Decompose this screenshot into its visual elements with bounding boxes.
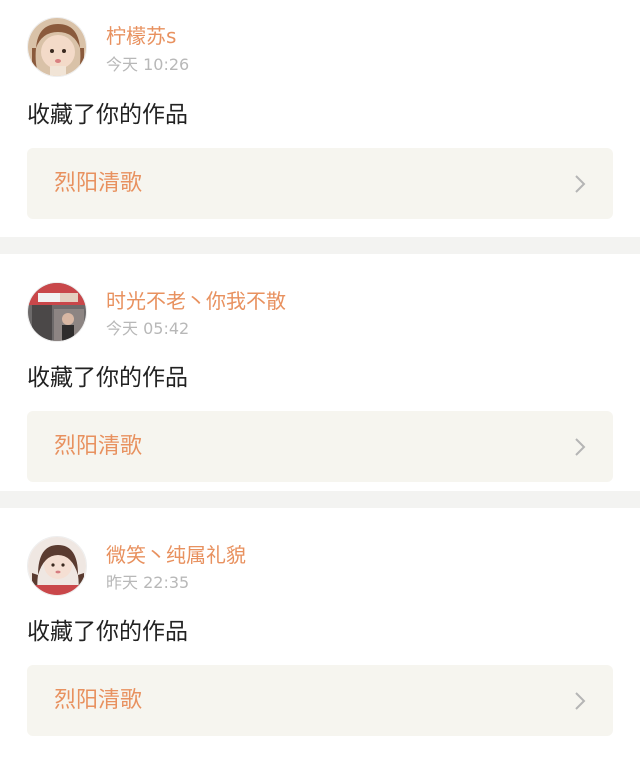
notification-feed: 柠檬苏s 今天 10:26 收藏了你的作品 烈阳清歌 时光不老丶你我不散 今天 …: [0, 0, 640, 745]
chevron-right-icon: [575, 438, 586, 456]
action-text: 收藏了你的作品: [27, 102, 188, 128]
username[interactable]: 柠檬苏s: [106, 24, 176, 48]
user-avatar[interactable]: [27, 17, 87, 77]
chevron-right-icon: [575, 692, 586, 710]
notification-card: 微笑丶纯属礼貌 昨天 22:35 收藏了你的作品 烈阳清歌: [0, 508, 640, 745]
avatar-girl-icon: [28, 18, 86, 76]
work-link[interactable]: 烈阳清歌: [27, 148, 613, 219]
work-title: 烈阳清歌: [54, 688, 143, 713]
timestamp: 今天 05:42: [106, 319, 190, 338]
notification-card: 柠檬苏s 今天 10:26 收藏了你的作品 烈阳清歌: [0, 0, 640, 237]
user-avatar[interactable]: [27, 282, 87, 342]
timestamp: 今天 10:26: [106, 55, 190, 74]
work-link[interactable]: 烈阳清歌: [27, 665, 613, 736]
user-avatar[interactable]: [27, 536, 87, 596]
timestamp: 昨天 22:35: [106, 573, 190, 592]
username[interactable]: 时光不老丶你我不散: [106, 289, 286, 313]
avatar-photo-icon: [28, 283, 86, 341]
chevron-right-icon: [575, 175, 586, 193]
work-link[interactable]: 烈阳清歌: [27, 411, 613, 482]
divider: [0, 237, 640, 254]
divider: [0, 491, 640, 508]
username[interactable]: 微笑丶纯属礼貌: [106, 543, 246, 567]
work-title: 烈阳清歌: [54, 171, 143, 196]
avatar-girl-icon: [28, 537, 86, 595]
action-text: 收藏了你的作品: [27, 365, 188, 391]
notification-card: 时光不老丶你我不散 今天 05:42 收藏了你的作品 烈阳清歌: [0, 254, 640, 491]
work-title: 烈阳清歌: [54, 434, 143, 459]
action-text: 收藏了你的作品: [27, 619, 188, 645]
